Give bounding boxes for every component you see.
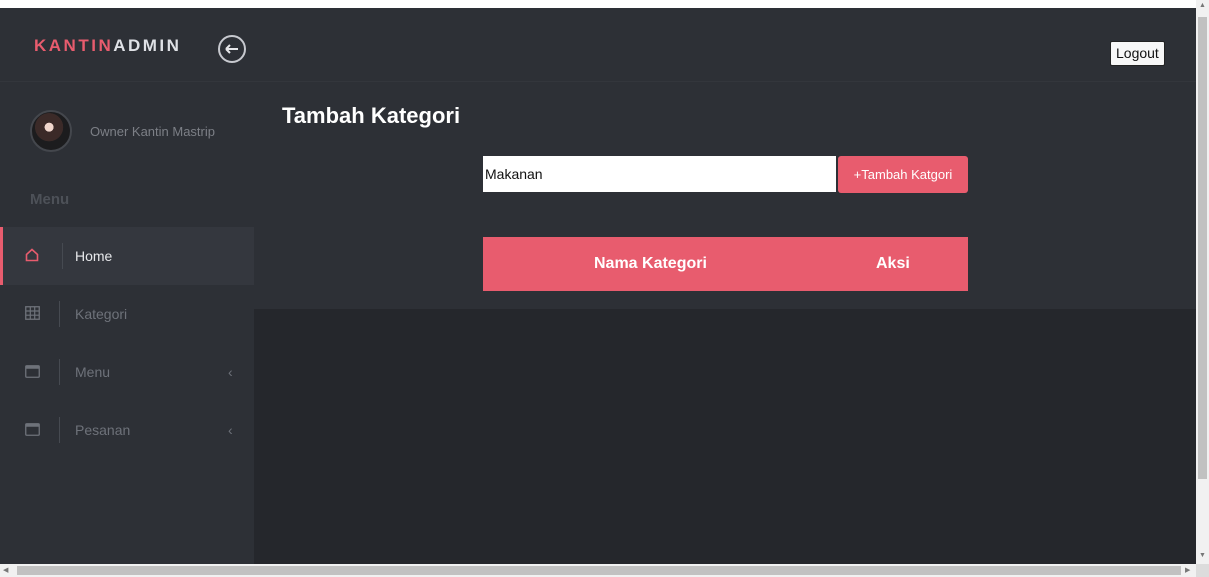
scrollbar-corner [1196,564,1209,577]
vertical-scrollbar[interactable]: ▲ ▼ [1196,0,1209,564]
category-name-input[interactable] [483,156,836,192]
nav-separator [59,417,60,443]
sidebar-item-label: Pesanan [75,422,131,438]
scroll-down-arrow-icon[interactable]: ▼ [1199,552,1206,559]
top-navbar: KANTINADMIN Logout [0,8,1196,82]
horizontal-scrollbar-thumb[interactable] [17,566,1181,575]
chevron-left-icon: ‹ [228,364,233,380]
user-profile: Owner Kantin Mastrip [30,110,215,152]
sidebar-item-kategori[interactable]: Kategori [0,285,254,343]
sidebar-item-label: Kategori [75,306,128,322]
sidebar-toggle-button[interactable] [218,35,246,63]
logout-button[interactable]: Logout [1110,41,1165,66]
brand-part-kantin: KANTIN [34,36,114,55]
horizontal-scrollbar[interactable]: ◀ ▶ [0,564,1196,577]
column-header-nama-kategori: Nama Kategori [594,255,707,272]
brand-logo[interactable]: KANTINADMIN [34,36,181,56]
menu-section-title: Menu [30,191,70,208]
scroll-right-arrow-icon[interactable]: ▶ [1185,566,1190,574]
grid-icon [24,305,40,321]
sidebar-item-label: Menu [75,364,111,380]
page-title: Tambah Kategori [282,103,461,128]
nav-separator [62,243,63,269]
vertical-scrollbar-thumb[interactable] [1198,17,1207,479]
brand-part-admin: ADMIN [113,36,182,55]
home-icon [24,247,40,263]
category-table-header: Nama Kategori Aksi [483,237,968,291]
window-icon [24,421,40,437]
add-category-button[interactable]: +Tambah Katgori [838,156,968,193]
sidebar-item-menu[interactable]: Menu ‹ [0,343,254,401]
nav-separator [59,301,60,327]
window-icon [24,363,40,379]
sidebar-item-label: Home [75,248,113,264]
main-content-background [254,309,1196,564]
owner-name: Owner Kantin Mastrip [90,123,215,139]
column-header-aksi: Aksi [876,255,910,272]
main-content-panel: Tambah Kategori +Tambah Katgori Nama Kat… [254,82,1196,309]
sidebar-item-home[interactable]: Home [0,227,254,285]
sidebar-nav: Home Kategori Menu ‹ Pesanan ‹ [0,227,254,459]
avatar[interactable] [30,110,72,152]
sidebar: Owner Kantin Mastrip Menu Home Kategori [0,82,254,564]
sidebar-item-pesanan[interactable]: Pesanan ‹ [0,401,254,459]
arrow-left-icon [225,44,238,54]
scroll-left-arrow-icon[interactable]: ◀ [3,566,8,574]
app-viewport: KANTINADMIN Logout Owner Kantin Mastrip … [0,0,1196,564]
nav-separator [59,359,60,385]
chevron-left-icon: ‹ [228,422,233,438]
scroll-up-arrow-icon[interactable]: ▲ [1199,2,1206,9]
